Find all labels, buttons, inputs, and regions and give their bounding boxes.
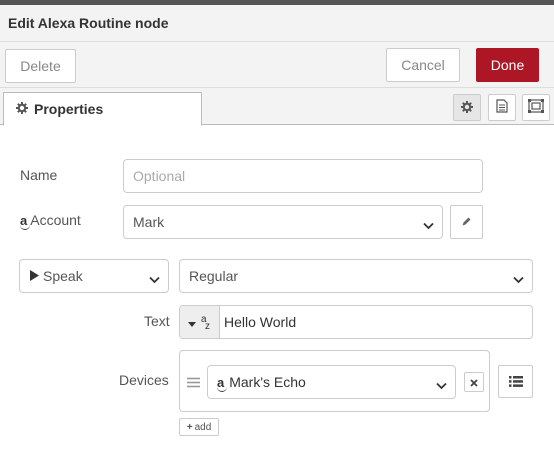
- device-value: Mark's Echo: [229, 374, 306, 390]
- tab-settings-icon-button[interactable]: [453, 94, 481, 121]
- chevron-down-icon: [436, 377, 447, 393]
- account-select[interactable]: Mark: [123, 205, 443, 239]
- chevron-down-icon: [149, 271, 160, 287]
- add-device-button[interactable]: + add: [179, 418, 219, 436]
- pencil-icon: [461, 214, 472, 230]
- amazon-icon: a: [217, 374, 228, 392]
- dialog-title: Edit Alexa Routine node: [8, 15, 169, 31]
- gear-icon: [461, 100, 473, 116]
- close-icon: [470, 374, 478, 390]
- speak-type-select[interactable]: Regular: [179, 259, 533, 293]
- remove-device-button[interactable]: [464, 372, 484, 392]
- action-value: Speak: [43, 268, 83, 284]
- delete-button[interactable]: Delete: [5, 49, 76, 83]
- add-device-label: add: [194, 421, 212, 433]
- chevron-down-icon: [513, 271, 524, 287]
- document-icon: [496, 99, 508, 116]
- string-type-icon: az: [201, 314, 210, 332]
- account-label: Account: [30, 212, 81, 228]
- name-placeholder: Optional: [133, 168, 186, 184]
- text-value: Hello World: [224, 314, 297, 330]
- account-value: Mark: [133, 214, 165, 230]
- device-select[interactable]: a Mark's Echo: [207, 365, 456, 399]
- plus-icon: +: [186, 421, 193, 433]
- caret-down-icon: [188, 314, 196, 330]
- amazon-icon: a: [20, 212, 31, 230]
- text-label: Text: [144, 313, 170, 329]
- text-input[interactable]: az Hello World: [179, 305, 533, 339]
- tab-properties-label: Properties: [34, 101, 104, 117]
- list-icon: [508, 374, 523, 390]
- play-icon: [30, 268, 39, 284]
- edit-account-button[interactable]: [450, 205, 483, 239]
- gear-icon: [16, 101, 28, 117]
- name-input[interactable]: Optional: [123, 159, 483, 193]
- drag-handle-icon[interactable]: [187, 375, 200, 391]
- done-button[interactable]: Done: [476, 48, 539, 82]
- dialog-header: Edit Alexa Routine node: [0, 5, 554, 42]
- action-bar: [0, 42, 554, 88]
- tab-description-icon-button[interactable]: [488, 94, 516, 121]
- tab-appearance-icon-button[interactable]: [522, 94, 550, 121]
- name-label: Name: [20, 167, 58, 183]
- devices-label: Devices: [119, 372, 169, 388]
- device-list-button[interactable]: [498, 365, 533, 398]
- action-select[interactable]: Speak: [19, 259, 169, 293]
- account-label-group: a Account: [20, 212, 81, 230]
- speak-type-value: Regular: [189, 268, 239, 284]
- frame-icon: [528, 99, 544, 116]
- tab-properties[interactable]: Properties: [3, 92, 202, 126]
- text-type-selector[interactable]: az: [180, 306, 220, 338]
- cancel-button[interactable]: Cancel: [386, 48, 460, 82]
- chevron-down-icon: [423, 217, 434, 233]
